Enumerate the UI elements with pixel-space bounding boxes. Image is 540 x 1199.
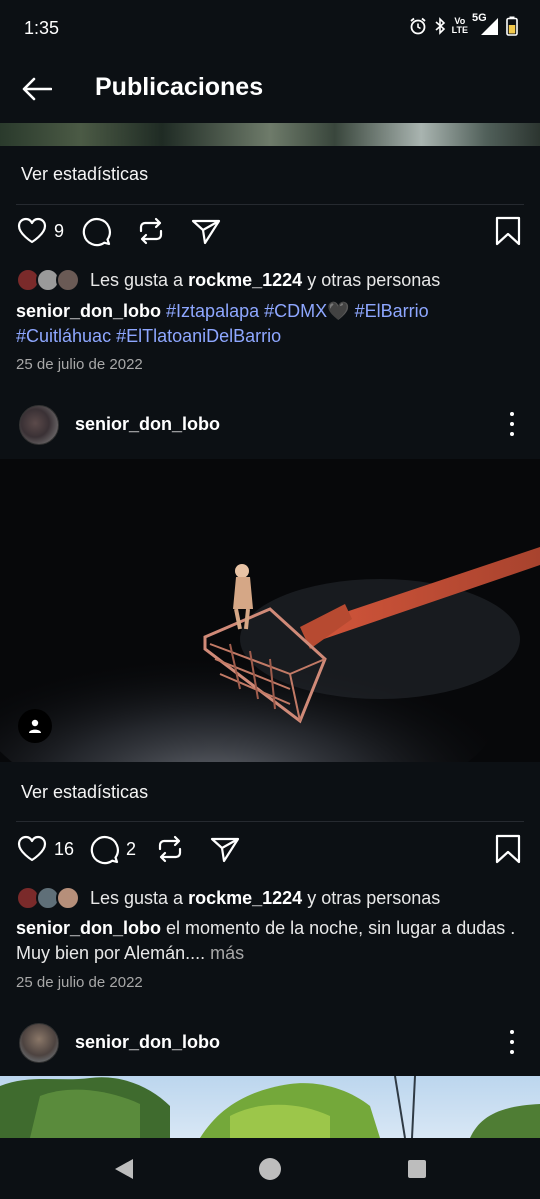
nav-back-button[interactable] — [111, 1156, 137, 1182]
dot — [510, 1030, 514, 1034]
trees-photo — [0, 1076, 540, 1138]
likes-summary[interactable]: Les gusta a rockme_1224 y otras personas — [16, 266, 440, 294]
dot — [510, 432, 514, 436]
hashtag[interactable]: #ElTlatoaniDelBarrio — [116, 326, 281, 346]
nav-home-button[interactable] — [257, 1156, 283, 1182]
avatar — [56, 268, 80, 292]
post-date: 25 de julio de 2022 — [16, 974, 143, 991]
comment-button[interactable]: 2 — [88, 833, 136, 865]
divider — [16, 821, 524, 822]
like-count: 9 — [54, 220, 65, 241]
triangle-back-icon — [115, 1159, 133, 1179]
repost-button[interactable] — [154, 833, 186, 865]
more-options-button[interactable] — [502, 1027, 522, 1057]
view-stats-link[interactable]: Ver estadísticas — [21, 164, 148, 185]
likes-text: Les gusta a rockme_1224 y otras personas — [90, 269, 441, 290]
comment-icon — [90, 836, 119, 865]
post-actions: 16 2 — [0, 833, 540, 873]
likes-summary[interactable]: Les gusta a rockme_1224 y otras personas — [16, 884, 440, 912]
hashtag[interactable]: #Cuitláhuac — [16, 326, 111, 346]
dot — [510, 1040, 514, 1044]
back-arrow-icon — [22, 77, 52, 101]
status-time: 1:35 — [24, 18, 60, 38]
system-nav-bar — [0, 1138, 540, 1199]
avatar — [56, 886, 80, 910]
comment-count: 2 — [126, 838, 137, 859]
post-actions: 9 — [0, 215, 540, 255]
square-recents-icon — [408, 1160, 426, 1178]
post-date: 25 de julio de 2022 — [16, 356, 143, 373]
tagged-people-button[interactable] — [18, 709, 52, 743]
status-icons: Vo LTE 5G — [408, 13, 518, 36]
post-caption: senior_don_lobo el momento de la noche, … — [16, 916, 526, 966]
caption-username[interactable]: senior_don_lobo — [16, 918, 161, 938]
liker-avatars — [16, 268, 82, 292]
more-link[interactable]: más — [210, 943, 244, 963]
post-header: senior_don_lobo — [0, 399, 540, 451]
circle-home-icon — [259, 1158, 281, 1180]
page-title: Publicaciones — [95, 73, 264, 101]
share-button[interactable] — [209, 833, 241, 865]
liked-by-user[interactable]: rockme_1224 — [188, 270, 302, 290]
like-button[interactable]: 9 — [16, 215, 64, 247]
repost-button[interactable] — [135, 215, 167, 247]
hashtag[interactable]: #CDMX🖤 — [264, 301, 349, 321]
volte-icon: Vo LTE — [451, 16, 468, 35]
heart-icon — [17, 217, 47, 244]
more-options-button[interactable] — [502, 409, 522, 439]
signal-icon: 5G — [472, 13, 500, 36]
save-button[interactable] — [494, 215, 522, 247]
send-icon — [210, 837, 240, 863]
send-icon — [191, 219, 221, 245]
liked-by-user[interactable]: rockme_1224 — [188, 888, 302, 908]
hashtag[interactable]: #ElBarrio — [355, 301, 429, 321]
battery-icon — [506, 16, 518, 36]
person-icon — [29, 719, 41, 733]
repost-icon — [139, 217, 163, 245]
share-button[interactable] — [190, 215, 222, 247]
dot — [510, 1050, 514, 1054]
like-count: 16 — [54, 838, 75, 859]
status-bar: 1:35 Vo LTE 5G — [0, 0, 540, 58]
hashtag[interactable]: #Iztapalapa — [166, 301, 259, 321]
bluetooth-icon — [435, 17, 445, 35]
app-header: Publicaciones — [0, 58, 540, 120]
back-button[interactable] — [18, 72, 56, 106]
post-caption: senior_don_lobo #Iztapalapa #CDMX🖤 #ElBa… — [16, 299, 526, 349]
dot — [510, 412, 514, 416]
post-image[interactable] — [0, 459, 540, 762]
liker-avatars — [16, 886, 82, 910]
save-button[interactable] — [494, 833, 522, 865]
view-stats-link[interactable]: Ver estadísticas — [21, 782, 148, 803]
post-image-previous[interactable] — [0, 123, 540, 146]
nav-recents-button[interactable] — [404, 1156, 430, 1182]
heart-icon — [17, 835, 47, 862]
comment-icon — [82, 218, 111, 247]
post-username[interactable]: senior_don_lobo — [75, 414, 220, 435]
post-header: senior_don_lobo — [0, 1017, 540, 1069]
comment-button[interactable] — [80, 215, 112, 247]
bookmark-icon — [495, 216, 521, 246]
alarm-icon — [410, 17, 426, 35]
avatar[interactable] — [19, 405, 59, 445]
concert-photo — [0, 459, 540, 762]
divider — [16, 204, 524, 205]
repost-icon — [158, 835, 182, 863]
caption-username[interactable]: senior_don_lobo — [16, 301, 161, 321]
dot — [510, 422, 514, 426]
likes-text: Les gusta a rockme_1224 y otras personas — [90, 887, 441, 908]
like-button[interactable]: 16 — [16, 833, 74, 865]
post-image[interactable] — [0, 1076, 540, 1138]
avatar[interactable] — [19, 1023, 59, 1063]
post-username[interactable]: senior_don_lobo — [75, 1032, 220, 1053]
bookmark-icon — [495, 834, 521, 864]
